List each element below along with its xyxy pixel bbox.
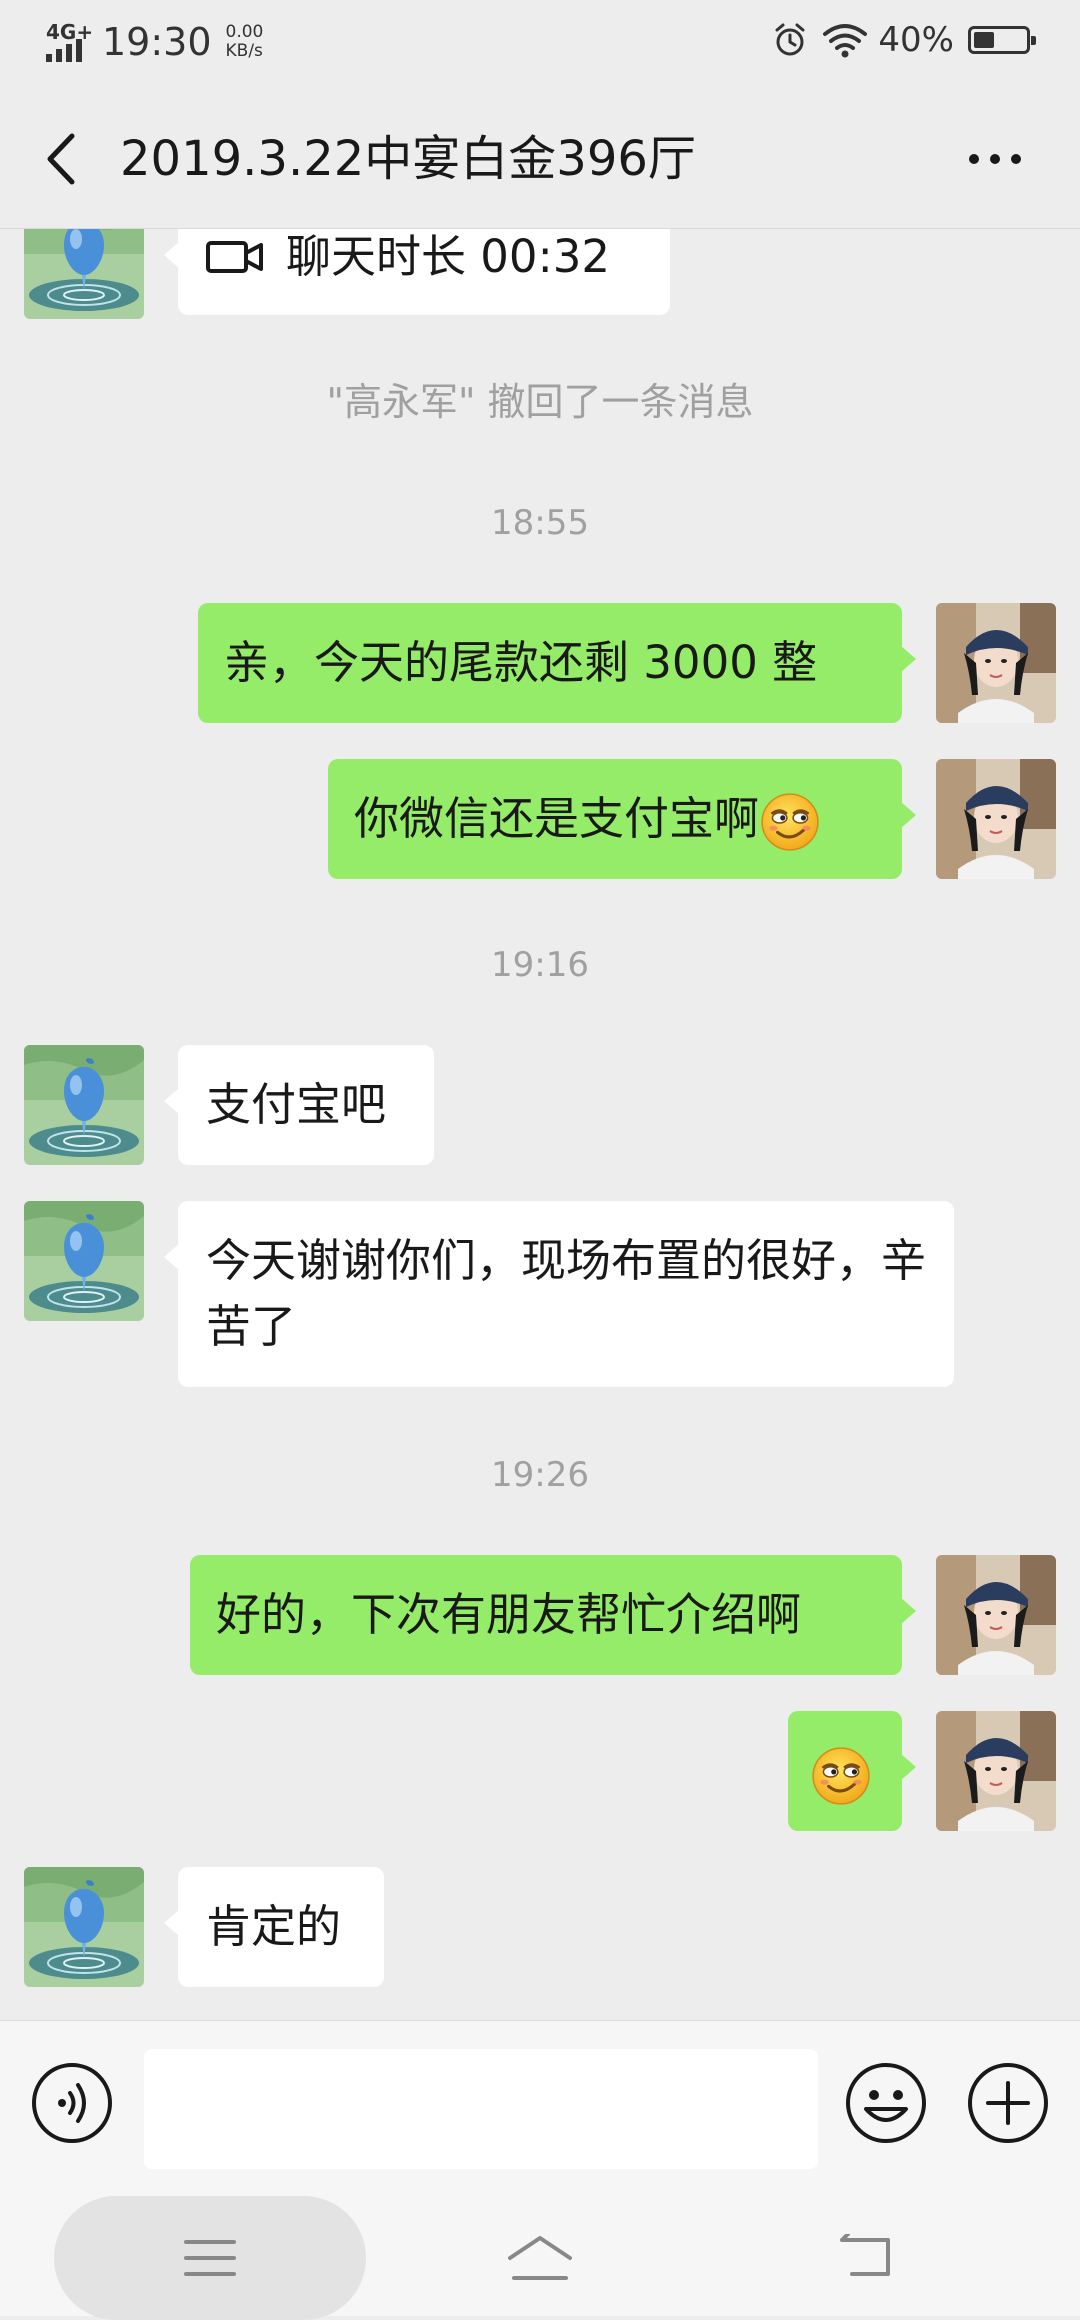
timestamp: 18:55: [491, 503, 589, 543]
message-bubble-outgoing[interactable]: [788, 1711, 916, 1831]
message-bubble-incoming[interactable]: 今天谢谢你们，现场布置的很好，辛苦了: [164, 1201, 954, 1387]
message-bubble-incoming[interactable]: 支付宝吧: [164, 1045, 434, 1165]
smirk-emoji-icon: [810, 1745, 872, 1807]
network-speed: 0.00 KB/s: [226, 23, 264, 61]
wifi-icon: [823, 24, 868, 58]
my-avatar[interactable]: [936, 603, 1056, 723]
message-text: 肯定的: [206, 1900, 342, 1953]
chat-header: 2019.3.22中宴白金396厅: [0, 84, 1080, 229]
nav-menu-button[interactable]: [54, 2196, 366, 2320]
my-avatar[interactable]: [936, 1555, 1056, 1675]
message-text: 你微信还是支付宝啊: [354, 792, 760, 845]
message-text: 今天谢谢你们，现场布置的很好，辛苦了: [206, 1234, 927, 1353]
message-bubble-video-call[interactable]: 聊天时长 00:32: [164, 229, 670, 315]
battery-percent: 40%: [878, 20, 954, 60]
speed-value: 0.00: [225, 22, 264, 42]
network-type: 4G+: [46, 20, 94, 44]
battery-level: [974, 32, 994, 48]
nav-back-icon[interactable]: [836, 2234, 896, 2282]
voice-icon[interactable]: [30, 2061, 114, 2145]
message-list[interactable]: 聊天时长 00:32 "高永军" 撤回了一条消息 18:55 亲，今天的尾款还剩…: [0, 229, 1080, 2019]
my-avatar[interactable]: [936, 759, 1056, 879]
message-text: 亲，今天的尾款还剩 3000 整: [224, 636, 818, 689]
more-icon[interactable]: [960, 134, 1030, 184]
smirk-emoji-icon: [759, 791, 821, 853]
status-time: 19:30: [102, 20, 212, 64]
system-nav-bar: [0, 2196, 1080, 2320]
signal-icon: 4G+: [44, 20, 94, 64]
input-bar: [0, 2020, 1080, 2197]
contact-avatar[interactable]: [24, 1867, 144, 1987]
timestamp: 19:26: [491, 1455, 589, 1495]
timestamp: 19:16: [491, 945, 589, 985]
nav-home-icon[interactable]: [504, 2232, 576, 2284]
status-bar: 4G+ 19:30 0.00 KB/s 40%: [0, 0, 1080, 84]
plus-icon[interactable]: [966, 2061, 1050, 2145]
message-text: 支付宝吧: [206, 1078, 387, 1131]
nav-menu-icon: [184, 2240, 236, 2276]
battery-icon: [968, 26, 1036, 54]
my-avatar[interactable]: [936, 1711, 1056, 1831]
contact-avatar[interactable]: [24, 1201, 144, 1321]
back-arrow-icon[interactable]: [36, 124, 88, 194]
recall-notice: "高永军" 撤回了一条消息: [326, 380, 754, 424]
contact-avatar[interactable]: [24, 1045, 144, 1165]
emoji-icon[interactable]: [844, 2061, 928, 2145]
message-text: 好的，下次有朋友帮忙介绍啊: [216, 1588, 802, 1641]
message-input[interactable]: [144, 2049, 818, 2169]
message-bubble-incoming[interactable]: 肯定的: [164, 1867, 384, 1987]
speed-unit: KB/s: [225, 41, 263, 61]
contact-avatar[interactable]: [24, 229, 144, 319]
chat-title: 2019.3.22中宴白金396厅: [120, 131, 696, 187]
message-bubble-outgoing[interactable]: 亲，今天的尾款还剩 3000 整: [198, 603, 916, 723]
alarm-icon: [775, 23, 805, 56]
video-call-duration: 聊天时长 00:32: [286, 230, 610, 283]
message-bubble-outgoing[interactable]: 你微信还是支付宝啊: [328, 759, 916, 879]
video-call-icon: [206, 241, 263, 273]
message-bubble-outgoing[interactable]: 好的，下次有朋友帮忙介绍啊: [190, 1555, 916, 1675]
